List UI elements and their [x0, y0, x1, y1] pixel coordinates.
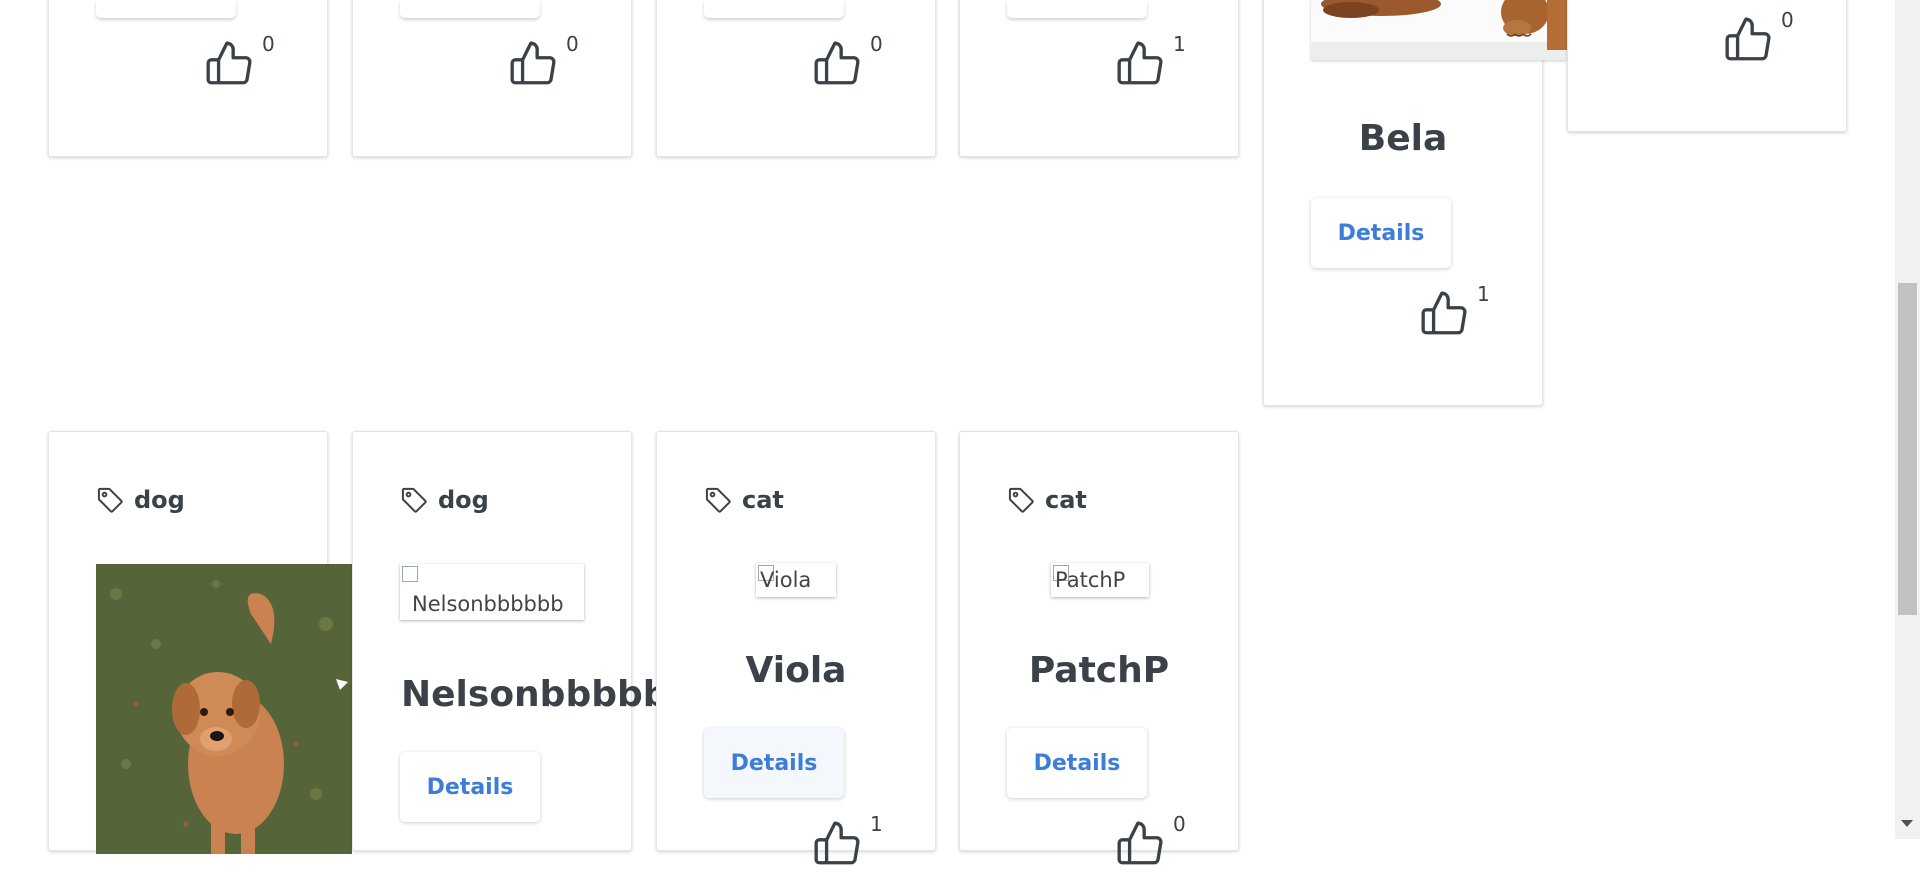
- broken-pet-image: Viola: [756, 563, 836, 597]
- image-alt-text: PatchP: [1055, 568, 1126, 592]
- thumbs-up-icon: [812, 818, 862, 870]
- thumbs-up-icon: [1115, 38, 1165, 90]
- tag-label: cat: [742, 486, 784, 514]
- details-button[interactable]: [704, 0, 844, 18]
- pet-name: PatchP: [1028, 650, 1170, 691]
- tag-label: dog: [438, 486, 489, 514]
- like-count: 0: [870, 32, 883, 56]
- like-count: 0: [262, 32, 275, 56]
- pet-tag: dog: [96, 486, 185, 514]
- like-count: 1: [1477, 282, 1490, 306]
- thumbs-up-icon: [1723, 14, 1773, 66]
- image-alt-text: Nelsonbbbbbb: [412, 592, 564, 616]
- thumbs-up-icon: [508, 38, 558, 90]
- scroll-down-arrow-icon[interactable]: [1901, 820, 1913, 827]
- pet-tag: cat: [704, 486, 784, 514]
- scrollbar-thumb[interactable]: [1898, 283, 1917, 615]
- pet-tag: cat: [1007, 486, 1087, 514]
- details-button[interactable]: [96, 0, 236, 18]
- pet-name-bela: Bela: [1358, 118, 1448, 159]
- like-button[interactable]: 1: [1115, 32, 1186, 90]
- tag-icon: [96, 486, 124, 514]
- image-alt-text: Viola: [760, 568, 812, 592]
- pet-image-bela: [1311, 0, 1567, 60]
- dog-photo: [1311, 0, 1567, 60]
- tag-icon: [400, 486, 428, 514]
- like-button[interactable]: 0: [812, 32, 883, 90]
- tag-label: cat: [1045, 486, 1087, 514]
- pet-name: Viola: [745, 650, 847, 691]
- pet-card: [48, 0, 328, 157]
- pet-name: Nelsonbbbbbb: [401, 674, 695, 715]
- tag-icon: [704, 486, 732, 514]
- details-button-bela[interactable]: Details: [1311, 198, 1451, 268]
- like-count: 0: [1781, 8, 1794, 32]
- pet-card: [1567, 0, 1847, 132]
- like-count: 1: [1173, 32, 1186, 56]
- like-button[interactable]: 0: [1723, 8, 1794, 66]
- broken-pet-image: PatchP: [1051, 563, 1149, 597]
- pet-image: [96, 564, 352, 854]
- like-count: 1: [870, 812, 883, 836]
- details-button[interactable]: Details: [704, 728, 844, 798]
- details-button[interactable]: Details: [400, 752, 540, 822]
- broken-image-icon: [402, 566, 418, 582]
- thumbs-up-icon: [812, 38, 862, 90]
- pet-card: [959, 0, 1239, 157]
- thumbs-up-icon: [204, 38, 254, 90]
- pet-card: [352, 0, 632, 157]
- tag-icon: [1007, 486, 1035, 514]
- thumbs-up-icon: [1115, 818, 1165, 870]
- like-count: 0: [1173, 812, 1186, 836]
- like-button-bela[interactable]: 1: [1419, 282, 1490, 340]
- like-button[interactable]: 0: [1115, 812, 1186, 870]
- like-button[interactable]: 1: [812, 812, 883, 870]
- like-button[interactable]: 0: [204, 32, 275, 90]
- pet-tag: dog: [400, 486, 489, 514]
- thumbs-up-icon: [1419, 288, 1469, 340]
- like-button[interactable]: 0: [508, 32, 579, 90]
- details-button[interactable]: [1007, 0, 1147, 18]
- pet-card: [656, 0, 936, 157]
- details-button[interactable]: Details: [1007, 728, 1147, 798]
- dog-photo: [96, 564, 352, 854]
- tag-label: dog: [134, 486, 185, 514]
- broken-pet-image: Nelsonbbbbbb: [400, 564, 584, 620]
- details-button[interactable]: [400, 0, 540, 18]
- like-count: 0: [566, 32, 579, 56]
